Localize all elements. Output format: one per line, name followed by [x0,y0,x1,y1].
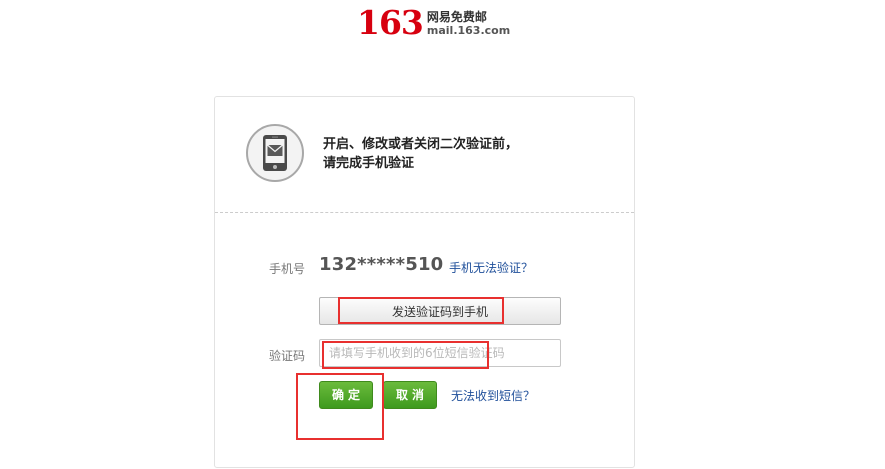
confirm-button[interactable]: 确定 [319,381,373,409]
intro-message: 开启、修改或者关闭二次验证前， 请完成手机验证 [323,135,518,173]
cancel-button[interactable]: 取消 [383,381,437,409]
masked-phone-number: 132*****510 [319,254,444,275]
phone-cannot-verify-link[interactable]: 手机无法验证？ [449,259,533,276]
intro-line-1: 开启、修改或者关闭二次验证前， [323,137,519,152]
send-code-button[interactable]: 发送验证码到手机 [319,297,561,325]
logo-domain: mail.163.com [426,24,511,37]
intro-line-2: 请完成手机验证 [323,156,415,171]
phone-message-icon [246,124,304,182]
phone-verification-page: 163 网易免费邮 mail.163.com 开启、修改或者关闭二次验证前， 请… [0,0,885,469]
card-header: 开启、修改或者关闭二次验证前， 请完成手机验证 [215,97,634,213]
verification-card: 开启、修改或者关闭二次验证前， 请完成手机验证 手机号 132*****510 … [214,96,635,468]
logo-number: 163 [357,3,424,42]
phone-label: 手机号 [268,262,305,276]
verification-code-input[interactable] [319,339,561,367]
netease-163-logo[interactable]: 163 网易免费邮 mail.163.com [357,4,510,44]
sms-not-received-link[interactable]: 无法收到短信？ [451,387,535,404]
logo-service-name: 网易免费邮 [426,10,487,24]
logo-text: 网易免费邮 mail.163.com [427,10,510,38]
code-label: 验证码 [268,349,305,363]
